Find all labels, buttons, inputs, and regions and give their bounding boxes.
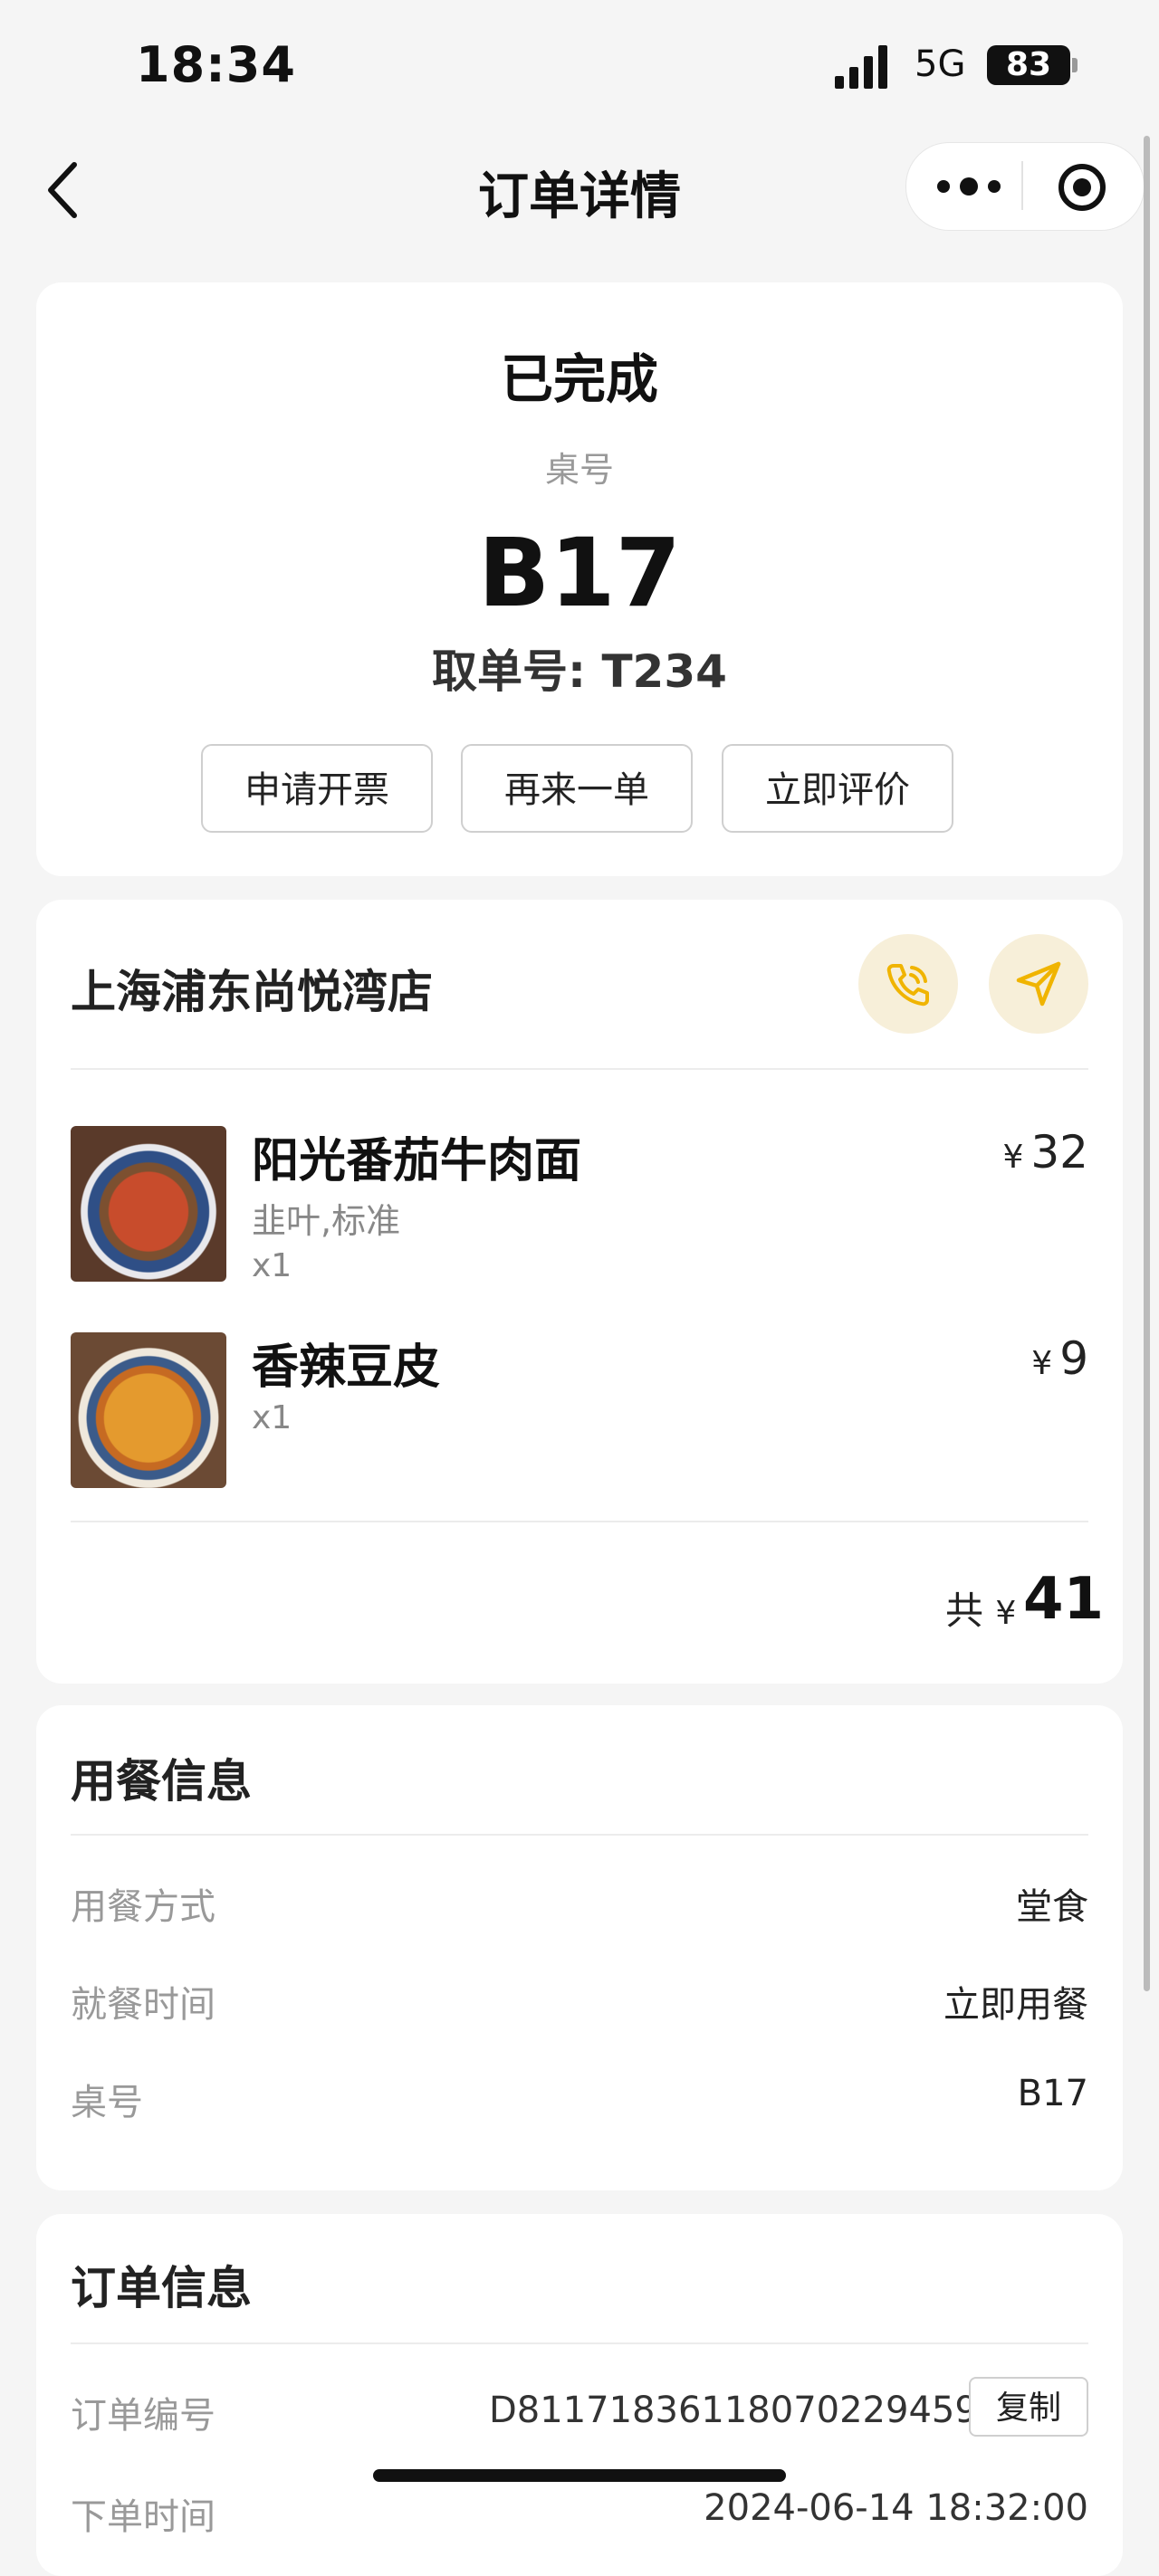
more-icon[interactable] bbox=[933, 167, 1005, 206]
info-value: 立即用餐 bbox=[943, 1984, 1088, 2026]
store-name: 上海浦东尚悦湾店 bbox=[71, 966, 433, 1018]
table-number-label: 桌号 bbox=[544, 450, 614, 490]
review-button[interactable]: 立即评价 bbox=[722, 744, 953, 833]
network-type: 5G bbox=[915, 43, 966, 85]
dish-name: 香辣豆皮 bbox=[252, 1340, 441, 1395]
capsule-divider bbox=[1021, 161, 1023, 210]
dish-price: ¥9 bbox=[1031, 1332, 1088, 1385]
dish-spec: 韭叶,标准 bbox=[252, 1201, 401, 1241]
pickup-number: 取单号: T234 bbox=[432, 645, 727, 698]
total-amount: 41 bbox=[1023, 1566, 1105, 1633]
info-label: 用餐方式 bbox=[71, 1886, 216, 1928]
table-number: B17 bbox=[478, 518, 681, 628]
info-label: 桌号 bbox=[71, 2082, 143, 2123]
call-store-button[interactable] bbox=[858, 934, 958, 1034]
navigation-arrow-icon bbox=[1016, 961, 1061, 1007]
order-time: 2024-06-14 18:32:00 bbox=[704, 2487, 1088, 2529]
section-title: 用餐信息 bbox=[71, 1755, 252, 1808]
dish-image-tomato-beef-noodle bbox=[71, 1126, 226, 1282]
divider bbox=[71, 2342, 1088, 2344]
divider bbox=[71, 1068, 1088, 1070]
signal-icon bbox=[835, 45, 887, 89]
dish-image-spicy-tofu-skin bbox=[71, 1332, 226, 1488]
home-indicator[interactable] bbox=[373, 2469, 786, 2482]
battery-icon: 83 bbox=[987, 45, 1070, 85]
order-number: D81171836118070229459 bbox=[489, 2390, 978, 2431]
divider bbox=[71, 1521, 1088, 1522]
close-target-icon[interactable] bbox=[1050, 156, 1114, 219]
dish-qty: x1 bbox=[252, 1399, 292, 1436]
divider bbox=[71, 1834, 1088, 1836]
order-time-label: 下单时间 bbox=[71, 2496, 216, 2538]
dish-name: 阳光番茄牛肉面 bbox=[252, 1134, 582, 1188]
info-value: 堂食 bbox=[1016, 1886, 1088, 1928]
status-time: 18:34 bbox=[136, 36, 296, 93]
dish-price: ¥32 bbox=[1002, 1126, 1088, 1178]
invoice-button[interactable]: 申请开票 bbox=[201, 744, 433, 833]
dish-qty: x1 bbox=[252, 1247, 292, 1284]
reorder-button[interactable]: 再来一单 bbox=[461, 744, 693, 833]
order-number-label: 订单编号 bbox=[71, 2395, 216, 2437]
phone-icon bbox=[886, 964, 929, 1007]
total-label: 共 ¥ bbox=[945, 1589, 1017, 1633]
navigate-store-button[interactable] bbox=[989, 934, 1088, 1034]
info-value: B17 bbox=[1017, 2073, 1088, 2114]
order-status: 已完成 bbox=[500, 348, 658, 410]
scrollbar[interactable] bbox=[1144, 136, 1150, 1991]
copy-button[interactable]: 复制 bbox=[969, 2377, 1088, 2437]
info-label: 就餐时间 bbox=[71, 1984, 216, 2026]
battery-cap bbox=[1072, 58, 1078, 72]
section-title: 订单信息 bbox=[71, 2262, 252, 2314]
